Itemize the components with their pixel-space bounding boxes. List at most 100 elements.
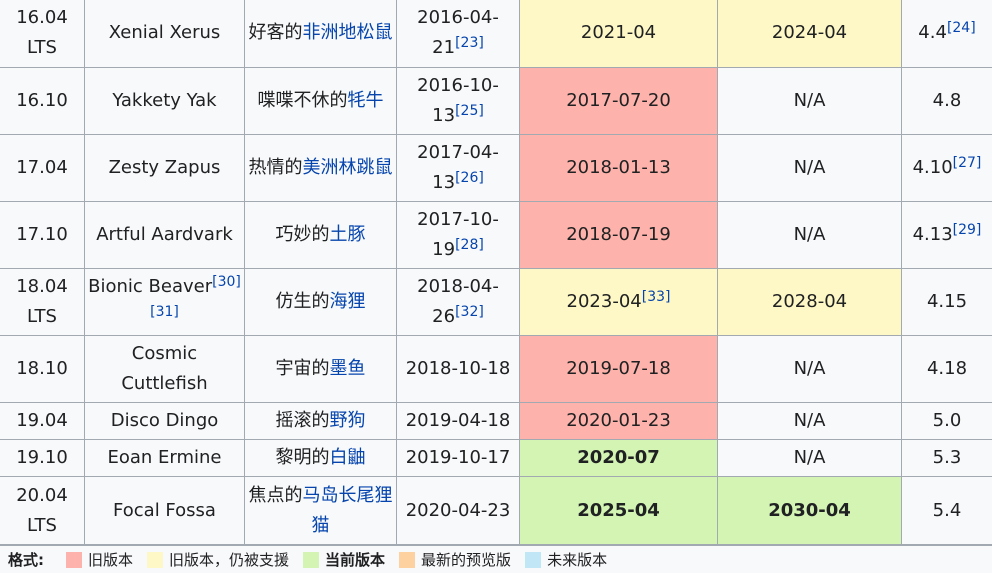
codename-cell: Bionic Beaver[30][31]: [84, 268, 245, 336]
esm-cell: 2024-04: [717, 0, 902, 68]
codename-cell: Focal Fossa: [84, 476, 245, 545]
table-row: 19.04 Disco Dingo 摇滚的野狗 2019-04-18 2020-…: [0, 402, 992, 440]
version-cell: 20.04 LTS: [0, 476, 85, 545]
animal-link[interactable]: 土豚: [330, 224, 366, 245]
legend-item-preview: 最新的预览版: [399, 549, 511, 570]
codename: Focal Fossa: [113, 499, 216, 521]
ubuntu-release-table: 16.04 LTS Xenial Xerus 好客的非洲地松鼠 2016-04-…: [0, 0, 992, 545]
release-date: 2020-04-23: [405, 499, 511, 521]
version-number: 18.04: [16, 276, 68, 297]
esm-date: N/A: [793, 224, 826, 245]
legend-item-current: 当前版本: [303, 549, 385, 570]
meaning-prefix: 摇滚的: [275, 410, 330, 431]
meaning-cell: 喋喋不休的牦牛: [244, 67, 397, 135]
codename-cell: Disco Dingo: [84, 402, 245, 440]
codename: Bionic Beaver: [88, 276, 213, 297]
meaning-cell: 焦点的马岛长尾狸猫: [244, 476, 397, 545]
meaning-prefix: 焦点的: [248, 484, 303, 506]
kernel-cell: 5.3: [901, 439, 992, 477]
meaning-cell: 好客的非洲地松鼠: [244, 0, 397, 68]
legend-swatch: [399, 551, 416, 568]
codename: Yakkety Yak: [112, 90, 217, 111]
table-row: 18.10 Cosmic Cuttlefish 宇宙的墨鱼 2018-10-18…: [0, 335, 992, 403]
eol-date: 2018-01-13: [566, 157, 671, 178]
animal-link[interactable]: 美洲林跳鼠: [303, 157, 393, 178]
esm-cell: N/A: [717, 439, 902, 477]
citation-link[interactable]: [25]: [455, 103, 484, 119]
citation-link[interactable]: [28]: [455, 237, 484, 253]
citation-link[interactable]: [24]: [947, 20, 976, 36]
kernel-cell: 5.4: [901, 476, 992, 545]
table-row: 16.04 LTS Xenial Xerus 好客的非洲地松鼠 2016-04-…: [0, 0, 992, 68]
animal-link[interactable]: 非洲地松鼠: [303, 22, 393, 43]
release-date-cell: 2020-04-23: [396, 476, 520, 545]
version-cell: 16.04 LTS: [0, 0, 85, 68]
animal-link[interactable]: 墨鱼: [330, 358, 366, 379]
animal-link[interactable]: 海狸: [330, 291, 366, 312]
codename: Xenial Xerus: [108, 22, 221, 43]
kernel-version: 4.13: [912, 224, 953, 245]
kernel-version: 4.15: [926, 291, 968, 312]
table-row: 19.10 Eoan Ermine 黎明的白鼬 2019-10-17 2020-…: [0, 439, 992, 477]
citation-link[interactable]: [23]: [455, 35, 484, 51]
kernel-version: 4.8: [932, 90, 962, 111]
legend-label: 旧版本: [88, 551, 134, 569]
meaning-prefix: 黎明的: [275, 447, 330, 468]
eol-cell: 2025-04: [519, 476, 718, 545]
version-lts: LTS: [27, 306, 57, 327]
kernel-cell: 4.10[27]: [901, 134, 992, 202]
animal-link[interactable]: 马岛长尾狸猫: [303, 485, 393, 536]
citation-link[interactable]: [26]: [455, 170, 484, 186]
esm-cell: 2028-04: [717, 268, 902, 336]
eol-date: 2019-07-18: [566, 358, 671, 379]
version-lts: LTS: [27, 514, 57, 536]
meaning-cell: 巧妙的土豚: [244, 201, 397, 269]
kernel-version: 5.0: [932, 410, 962, 431]
codename-cell: Xenial Xerus: [84, 0, 245, 68]
version-number: 16.10: [16, 90, 68, 111]
esm-date: N/A: [793, 410, 826, 431]
release-date-cell: 2018-04-26[32]: [396, 268, 520, 336]
animal-link[interactable]: 野狗: [330, 410, 366, 431]
kernel-cell: 5.0: [901, 402, 992, 440]
version-cell: 17.10: [0, 201, 85, 269]
meaning-cell: 黎明的白鼬: [244, 439, 397, 477]
esm-date: 2030-04: [768, 499, 851, 521]
meaning-prefix: 热情的: [248, 157, 303, 178]
legend-swatch: [525, 551, 542, 568]
legend-label: 旧版本，仍被支援: [169, 551, 290, 569]
animal-link[interactable]: 牦牛: [348, 90, 384, 111]
esm-cell: N/A: [717, 335, 902, 403]
version-cell: 19.04: [0, 402, 85, 440]
meaning-prefix: 宇宙的: [275, 358, 330, 379]
animal-link[interactable]: 白鼬: [330, 447, 366, 468]
citation-link[interactable]: [33]: [642, 289, 671, 305]
kernel-cell: 4.13[29]: [901, 201, 992, 269]
esm-cell: N/A: [717, 67, 902, 135]
citation-link[interactable]: [32]: [455, 304, 484, 320]
version-cell: 16.10: [0, 67, 85, 135]
kernel-version: 5.3: [932, 447, 962, 468]
codename-cell: Artful Aardvark: [84, 201, 245, 269]
citation-link[interactable]: [29]: [953, 222, 982, 238]
citation-link[interactable]: [27]: [953, 155, 982, 171]
legend-label: 最新的预览版: [421, 551, 512, 569]
status-legend: 格式: 旧版本 旧版本，仍被支援 当前版本 最新的预览版 未来版本: [0, 545, 992, 573]
kernel-version: 4.10: [912, 157, 953, 178]
legend-title: 格式:: [8, 551, 44, 569]
legend-swatch: [66, 551, 82, 568]
codename: Artful Aardvark: [96, 224, 233, 245]
codename-cell: Zesty Zapus: [84, 134, 245, 202]
eol-cell: 2023-04[33]: [519, 268, 718, 336]
table-row: 17.10 Artful Aardvark 巧妙的土豚 2017-10-19[2…: [0, 201, 992, 269]
release-date-cell: 2017-10-19[28]: [396, 201, 520, 269]
legend-swatch: [303, 551, 320, 568]
kernel-cell: 4.8: [901, 67, 992, 135]
esm-date: N/A: [793, 447, 826, 468]
esm-date: N/A: [793, 157, 826, 178]
eol-cell: 2021-04: [519, 0, 718, 68]
version-cell: 19.10: [0, 439, 85, 477]
release-date: 2018-10-18: [405, 358, 511, 379]
release-date: 2019-10-17: [405, 447, 511, 468]
version-number: 20.04: [16, 484, 68, 506]
